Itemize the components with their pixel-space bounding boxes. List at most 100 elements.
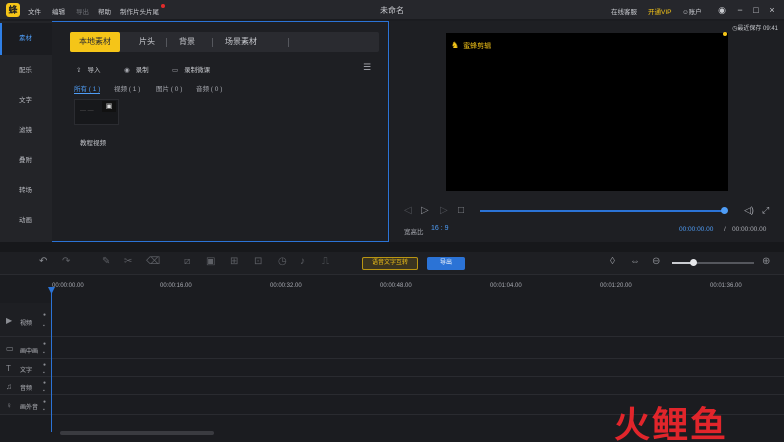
menu-make-intro[interactable]: 制作片头片尾 (120, 6, 159, 16)
split-icon[interactable]: ✂ (124, 256, 132, 267)
media-item-label: 教程视频 (80, 140, 106, 147)
track-header-text[interactable]: T 文字 ● ▪ (0, 359, 52, 377)
pen-icon[interactable]: ✎ (102, 256, 110, 267)
volume-icon[interactable]: ◁) (744, 205, 754, 216)
tab-separator (212, 38, 213, 47)
save-status: ◷最近保存 09:41 (732, 26, 778, 32)
menu-file[interactable]: 文件 (28, 6, 41, 16)
zoom-slider-knob[interactable] (690, 259, 697, 266)
lock-icon[interactable]: ▪ (43, 407, 45, 413)
video-type-badge-icon: ▣ (102, 101, 116, 112)
lock-icon[interactable]: ▪ (43, 370, 45, 376)
menu-edit[interactable]: 编辑 (52, 6, 65, 16)
canvas-handle-dot[interactable] (723, 32, 727, 36)
track-header-voiceover[interactable]: ♀ 画外音 ● ▪ (0, 395, 52, 415)
tab-intro[interactable]: 片头 (130, 32, 164, 52)
text-track-icon: T (6, 364, 11, 373)
playback-progress-knob[interactable] (721, 207, 728, 214)
filter-video[interactable]: 视频 ( 1 ) (114, 83, 140, 93)
track-name: 文字 (20, 368, 33, 374)
undo-icon[interactable]: ↶ (39, 256, 47, 267)
eye-icon[interactable]: ● (43, 399, 46, 405)
filter-audio[interactable]: 音频 ( 0 ) (196, 83, 222, 93)
sidebar-item-animation[interactable]: 动画 (0, 205, 52, 237)
next-frame-icon[interactable]: ▷ (440, 205, 448, 216)
screen-record-icon: ▭ (172, 67, 179, 74)
playback-progress-bar[interactable] (480, 210, 726, 212)
sidebar-item-music[interactable]: 配乐 (0, 55, 52, 87)
menu-export[interactable]: 导出 (76, 6, 89, 16)
tab-scene-media[interactable]: 场景素材 (216, 32, 266, 52)
zoom-pan-icon[interactable]: ⊡ (254, 256, 262, 267)
track-header-video[interactable]: ▶ 视频 ● ▪ (0, 303, 52, 337)
title-bar: 蜂 文件 编辑 导出 帮助 制作片头片尾 未命名 在线客服 开通VIP ☺账户 … (0, 0, 784, 20)
mosaic-icon[interactable]: ▣ (206, 256, 215, 267)
list-view-icon[interactable]: ☰ (363, 62, 371, 73)
sidebar-item-media[interactable]: 素材 (0, 23, 52, 55)
account-link[interactable]: ☺账户 (682, 6, 702, 16)
minimize-button[interactable]: − (734, 4, 746, 16)
stop-icon[interactable]: □ (458, 205, 464, 216)
eye-icon[interactable]: ● (43, 362, 46, 368)
lock-icon[interactable]: ▪ (43, 388, 45, 394)
crop-icon[interactable]: ⧄ (184, 256, 190, 267)
lock-icon[interactable]: ▪ (43, 323, 45, 329)
lock-icon[interactable]: ▪ (43, 350, 45, 356)
filter-image[interactable]: 图片 ( 0 ) (156, 83, 182, 93)
timeline-scrollbar[interactable] (60, 431, 214, 435)
filter-all[interactable]: 所有 ( 1 ) (74, 83, 101, 94)
track-lane-text[interactable] (52, 359, 784, 377)
fullscreen-icon[interactable]: ⤢ (762, 205, 769, 216)
eye-icon[interactable]: ● (43, 312, 46, 318)
media-tabs: 本地素材 片头 背景 场景素材 (70, 32, 379, 52)
track-lane-audio[interactable] (52, 377, 784, 395)
freeze-icon[interactable]: ⊞ (230, 256, 238, 267)
sidebar-item-transition[interactable]: 转场 (0, 175, 52, 207)
zoom-in-icon[interactable]: ⊕ (762, 256, 770, 267)
track-header-audio[interactable]: ♫ 音频 ● ▪ (0, 377, 52, 395)
sidebar-item-filter[interactable]: 滤镜 (0, 115, 52, 147)
record-lesson-button[interactable]: ▭ 录制微课 (172, 64, 210, 74)
import-icon: ⇪ (76, 67, 82, 74)
preview-canvas[interactable]: ♞ 蜜蜂剪辑 (446, 33, 728, 191)
track-lane-video[interactable] (52, 303, 784, 337)
speech-to-text-button[interactable]: 语音文字互转 (362, 257, 418, 270)
prev-frame-icon[interactable]: ◁ (404, 205, 412, 216)
record-button[interactable]: ◉ 录制 (124, 64, 149, 74)
redo-icon[interactable]: ↷ (62, 256, 70, 267)
menu-help[interactable]: 帮助 (98, 6, 111, 16)
zoom-out-icon[interactable]: ⊖ (652, 256, 660, 267)
close-button[interactable]: × (766, 4, 778, 16)
account-icon: ☺ (682, 9, 689, 16)
voice-change-icon[interactable]: ⎍ (322, 256, 329, 267)
eye-icon[interactable]: ● (43, 341, 46, 347)
track-header-pip[interactable]: ▭ 画中画 ● ▪ (0, 337, 52, 359)
mic-icon[interactable]: ♪ (300, 256, 305, 267)
time-separator: / (724, 226, 726, 233)
tab-separator (288, 38, 289, 47)
sidebar-item-overlay[interactable]: 叠附 (0, 145, 52, 177)
skin-icon[interactable]: ◉ (716, 4, 728, 16)
tick-label: 00:01:04.00 (490, 283, 522, 289)
tab-local-media[interactable]: 本地素材 (70, 32, 120, 52)
eye-icon[interactable]: ● (43, 380, 46, 386)
aspect-ratio-value[interactable]: 16 : 9 (431, 225, 449, 232)
delete-icon[interactable]: ⌫ (146, 256, 160, 267)
track-lane-pip[interactable] (52, 337, 784, 359)
import-button[interactable]: ⇪ 导入 (76, 64, 100, 74)
marker-icon[interactable]: ◊ (610, 256, 615, 267)
panel-divider[interactable] (0, 242, 784, 252)
tab-background[interactable]: 背景 (170, 32, 204, 52)
export-button[interactable]: 导出 (427, 257, 465, 270)
tick-label: 00:00:00.00 (52, 283, 84, 289)
sidebar-item-text[interactable]: 文字 (0, 85, 52, 117)
online-service-link[interactable]: 在线客服 (611, 6, 637, 16)
fit-timeline-icon[interactable]: ⇔ (630, 256, 640, 267)
timeline-ruler[interactable]: 00:00:00.00 00:00:16.00 00:00:32.00 00:0… (52, 283, 784, 299)
speed-icon[interactable]: ◷ (278, 256, 287, 267)
thumbnail-placeholder: — — (80, 108, 94, 114)
maximize-button[interactable]: □ (750, 4, 762, 16)
playhead-line[interactable] (51, 287, 52, 432)
play-icon[interactable]: ▷ (421, 205, 429, 216)
vip-link[interactable]: 开通VIP (648, 6, 671, 16)
